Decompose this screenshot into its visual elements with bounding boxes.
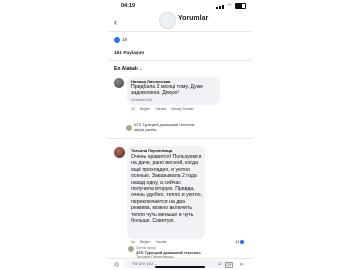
comment-avatar[interactable] bbox=[114, 147, 125, 158]
reaction-count[interactable]: 18 bbox=[122, 37, 127, 42]
reply-button[interactable]: Yanıtla bbox=[155, 240, 166, 244]
comment-actions: 1л Beğen Yanıtla bbox=[131, 240, 170, 244]
reply-composer-link[interactable]: ATD Турецкий домашний текстиль adıyla ya… bbox=[134, 123, 234, 133]
likes-count: 13 bbox=[235, 240, 240, 244]
comment-composer: ◎ Yorum yaz... ☺ GIF ➤ bbox=[108, 258, 252, 270]
comment-divider bbox=[108, 138, 252, 139]
battery-icon bbox=[235, 3, 246, 9]
like-button[interactable]: Beğen bbox=[140, 107, 150, 111]
camera-icon[interactable]: ◎ bbox=[114, 261, 119, 268]
reply-hint: adıyla yanıtla bbox=[134, 127, 157, 132]
comment-author[interactable]: Татьяна Переплеица bbox=[131, 148, 172, 153]
send-icon[interactable]: ➤ bbox=[239, 261, 244, 268]
page-reply-avatar bbox=[128, 246, 134, 252]
wifi-icon: ◠ bbox=[227, 3, 232, 9]
signal-icon bbox=[215, 7, 218, 9]
comment-text: Очень нравится! Пользуемся на даче, рано… bbox=[131, 154, 203, 225]
like-reaction-icon bbox=[240, 240, 245, 244]
comments-screen: 04:19 ◠ ‹ Yorumlar 18 161 Paylaşım En Al… bbox=[108, 0, 252, 270]
chevron-down-icon: ⌄ bbox=[139, 66, 143, 71]
reply-button[interactable]: Yanıtla bbox=[155, 107, 166, 111]
comment-text: Придбала 2 місяці тому. Дуже задоволена.… bbox=[131, 84, 204, 97]
gif-icon[interactable]: GIF bbox=[225, 261, 234, 268]
comment-input-placeholder: Yorum yaz... bbox=[132, 261, 158, 266]
page-reply-avatar bbox=[126, 125, 132, 131]
see-translation-link[interactable]: Çevirisini Gör bbox=[131, 98, 153, 102]
status-indicators: ◠ bbox=[215, 3, 246, 9]
status-time: 04:19 bbox=[121, 3, 136, 9]
top-fan-badge: Önemli takipçi bbox=[136, 246, 157, 250]
shares-count[interactable]: 161 Paylaşım bbox=[114, 51, 144, 56]
comment-time: 12 bbox=[131, 107, 135, 111]
comment-time: 1л bbox=[131, 240, 136, 244]
header-divider bbox=[108, 31, 252, 32]
like-reaction-icon[interactable] bbox=[114, 37, 120, 43]
like-button[interactable]: Beğen bbox=[140, 240, 150, 244]
sort-label: En Alakalı bbox=[114, 66, 138, 72]
page-avatar[interactable] bbox=[159, 12, 176, 29]
page-title: Yorumlar bbox=[178, 15, 209, 22]
comment-like-count[interactable]: 13 bbox=[235, 240, 245, 244]
send-message-button[interactable]: Mesaj Gönder bbox=[171, 107, 194, 111]
comment-avatar[interactable] bbox=[114, 78, 124, 88]
sort-dropdown[interactable]: En Alakalı ⌄ bbox=[114, 66, 142, 72]
arrow-left-icon[interactable]: ‹ bbox=[114, 17, 117, 27]
home-indicator bbox=[155, 266, 205, 268]
emoji-icon[interactable]: ☺ bbox=[217, 261, 222, 267]
reply-page-name: ATD Турецкий домашний текстиль bbox=[134, 123, 195, 127]
reply-page-name: ATD Турецкий домашний текстиль bbox=[136, 250, 201, 255]
comment-actions: 12 Beğen Yanıtla Mesaj Gönder bbox=[131, 107, 198, 111]
section-divider bbox=[108, 60, 252, 61]
